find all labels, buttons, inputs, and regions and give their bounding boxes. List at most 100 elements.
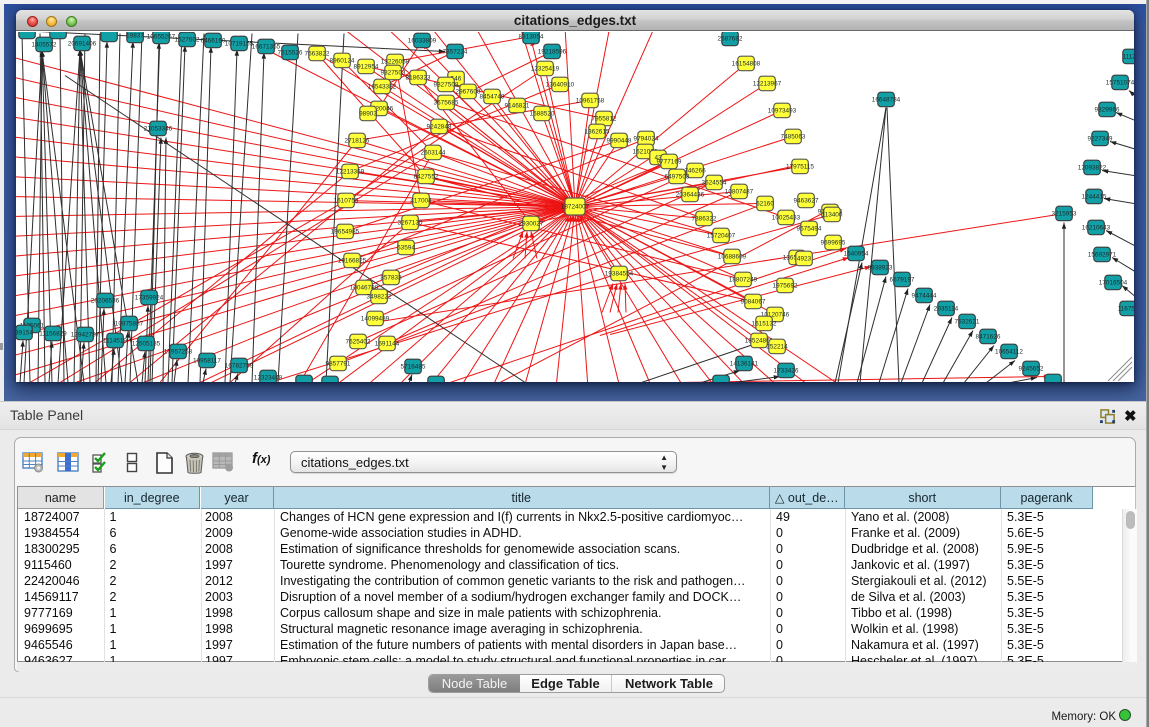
svg-text:2935114: 2935114 (934, 306, 959, 313)
svg-text:8454749: 8454749 (480, 94, 505, 101)
svg-text:857833: 857833 (380, 275, 402, 282)
svg-text:6497508: 6497508 (665, 174, 690, 181)
svg-text:16210643: 16210643 (1082, 225, 1111, 232)
svg-text:1588520: 1588520 (530, 111, 555, 118)
svg-text:19166825: 19166825 (338, 258, 367, 265)
svg-text:10654112: 10654112 (995, 349, 1023, 356)
svg-text:13640910: 13640910 (546, 82, 575, 89)
svg-text:19384554: 19384554 (605, 271, 634, 278)
svg-text:8427552: 8427552 (414, 174, 439, 181)
svg-text:12093822: 12093822 (1078, 165, 1107, 172)
svg-text:19218596: 19218596 (538, 49, 567, 56)
svg-text:1975692: 1975692 (773, 283, 798, 290)
svg-text:9463627: 9463627 (794, 198, 819, 205)
svg-text:21053346: 21053346 (144, 126, 173, 133)
svg-text:12942757: 12942757 (71, 332, 100, 339)
svg-text:20691406: 20691406 (68, 41, 97, 48)
svg-text:4923: 4923 (797, 256, 812, 263)
svg-text:2967608: 2967608 (456, 89, 481, 96)
svg-text:6466160: 6466160 (201, 38, 226, 45)
svg-text:20364436: 20364436 (676, 192, 705, 199)
svg-text:6679197: 6679197 (890, 277, 915, 284)
svg-text:15692971: 15692971 (1088, 252, 1117, 259)
svg-text:1610755: 1610755 (334, 198, 359, 205)
svg-text:9699695: 9699695 (821, 240, 846, 247)
svg-text:53594: 53594 (397, 245, 415, 252)
svg-text:11123: 11123 (1123, 54, 1134, 61)
svg-text:9794024: 9794024 (634, 136, 659, 143)
svg-text:7625402: 7625402 (346, 339, 371, 346)
svg-text:2930027: 2930027 (519, 221, 544, 228)
svg-text:9146821: 9146821 (505, 103, 530, 110)
svg-text:7485063: 7485063 (781, 134, 806, 141)
svg-text:9327508: 9327508 (434, 82, 459, 89)
svg-text:8471626: 8471626 (976, 334, 1001, 341)
svg-text:20206536: 20206536 (91, 298, 120, 305)
svg-text:7386322: 7386322 (692, 216, 717, 223)
svg-text:1615132: 1615132 (752, 321, 777, 328)
svg-text:1362615: 1362615 (585, 129, 610, 136)
svg-text:12325419: 12325419 (531, 66, 560, 73)
svg-text:10975887: 10975887 (115, 321, 144, 328)
svg-text:12323448: 12323448 (254, 375, 283, 382)
svg-text:11156829: 11156829 (39, 331, 67, 338)
svg-text:8938923: 8938923 (868, 265, 893, 272)
svg-text:1733426: 1733426 (774, 368, 799, 375)
svg-text:116753: 116753 (1118, 306, 1134, 313)
svg-text:16782759: 16782759 (225, 363, 254, 370)
svg-text:17957253: 17957253 (164, 349, 193, 356)
svg-text:9777169: 9777169 (657, 159, 682, 166)
svg-text:15751074: 15751074 (1106, 80, 1134, 87)
svg-text:1527602: 1527602 (175, 37, 200, 44)
svg-text:14136141: 14136141 (730, 361, 759, 368)
svg-text:8960124: 8960124 (330, 58, 355, 65)
svg-text:12505135: 12505135 (132, 341, 161, 348)
svg-text:3624554: 3624554 (702, 180, 727, 187)
svg-text:3215953: 3215953 (1052, 211, 1077, 218)
svg-text:15720407: 15720407 (707, 233, 736, 240)
svg-text:10958117: 10958117 (193, 358, 221, 365)
svg-text:7955812: 7955812 (592, 116, 617, 123)
svg-text:8912954: 8912954 (354, 64, 379, 71)
svg-text:9242848: 9242848 (427, 124, 452, 131)
svg-text:12213369: 12213369 (336, 169, 365, 176)
svg-text:9990448: 9990448 (607, 138, 632, 145)
svg-text:16671355: 16671355 (252, 44, 281, 51)
svg-text:5716485: 5716485 (401, 364, 426, 371)
svg-text:9227349: 9227349 (1088, 136, 1113, 143)
svg-text:9474444: 9474444 (912, 293, 937, 300)
svg-text:7632621: 7632621 (955, 319, 980, 326)
svg-text:8813054: 8813054 (519, 34, 544, 41)
svg-text:10025433: 10025433 (772, 215, 801, 222)
svg-text:14099489: 14099489 (361, 316, 390, 323)
svg-text:3675685: 3675685 (434, 100, 459, 107)
svg-text:7663822: 7663822 (305, 51, 330, 58)
svg-text:417004: 417004 (410, 198, 432, 205)
svg-text:1244415: 1244415 (1082, 194, 1107, 201)
svg-text:16648784: 16648784 (872, 97, 901, 104)
svg-text:19654985: 19654985 (331, 229, 360, 236)
svg-text:1640954: 1640954 (844, 251, 869, 258)
svg-text:98903: 98903 (359, 111, 377, 118)
svg-text:1691144: 1691144 (375, 341, 400, 348)
svg-text:16154808: 16154808 (732, 61, 761, 68)
svg-text:17975115: 17975115 (786, 164, 814, 171)
svg-text:7515526: 7515526 (278, 50, 303, 57)
svg-text:62160: 62160 (756, 201, 774, 208)
svg-text:10655267: 10655267 (147, 34, 176, 41)
svg-text:113400: 113400 (822, 212, 843, 219)
svg-text:39154: 39154 (16, 330, 33, 337)
svg-text:10807487: 10807487 (725, 189, 754, 196)
svg-text:9329966: 9329966 (1095, 107, 1120, 114)
svg-text:19837: 19837 (126, 33, 144, 40)
svg-text:16543382: 16543382 (368, 84, 397, 91)
svg-text:10688609: 10688609 (718, 254, 747, 261)
svg-text:9084067: 9084067 (741, 299, 766, 306)
svg-text:2603144: 2603144 (421, 150, 446, 157)
svg-text:1114519: 1114519 (103, 338, 127, 345)
svg-text:10961758: 10961758 (576, 98, 605, 105)
svg-text:10719155: 10719155 (225, 41, 254, 48)
svg-text:17016504: 17016504 (1099, 280, 1128, 287)
svg-text:17359924: 17359924 (135, 295, 164, 302)
svg-text:16033809: 16033809 (408, 38, 437, 45)
